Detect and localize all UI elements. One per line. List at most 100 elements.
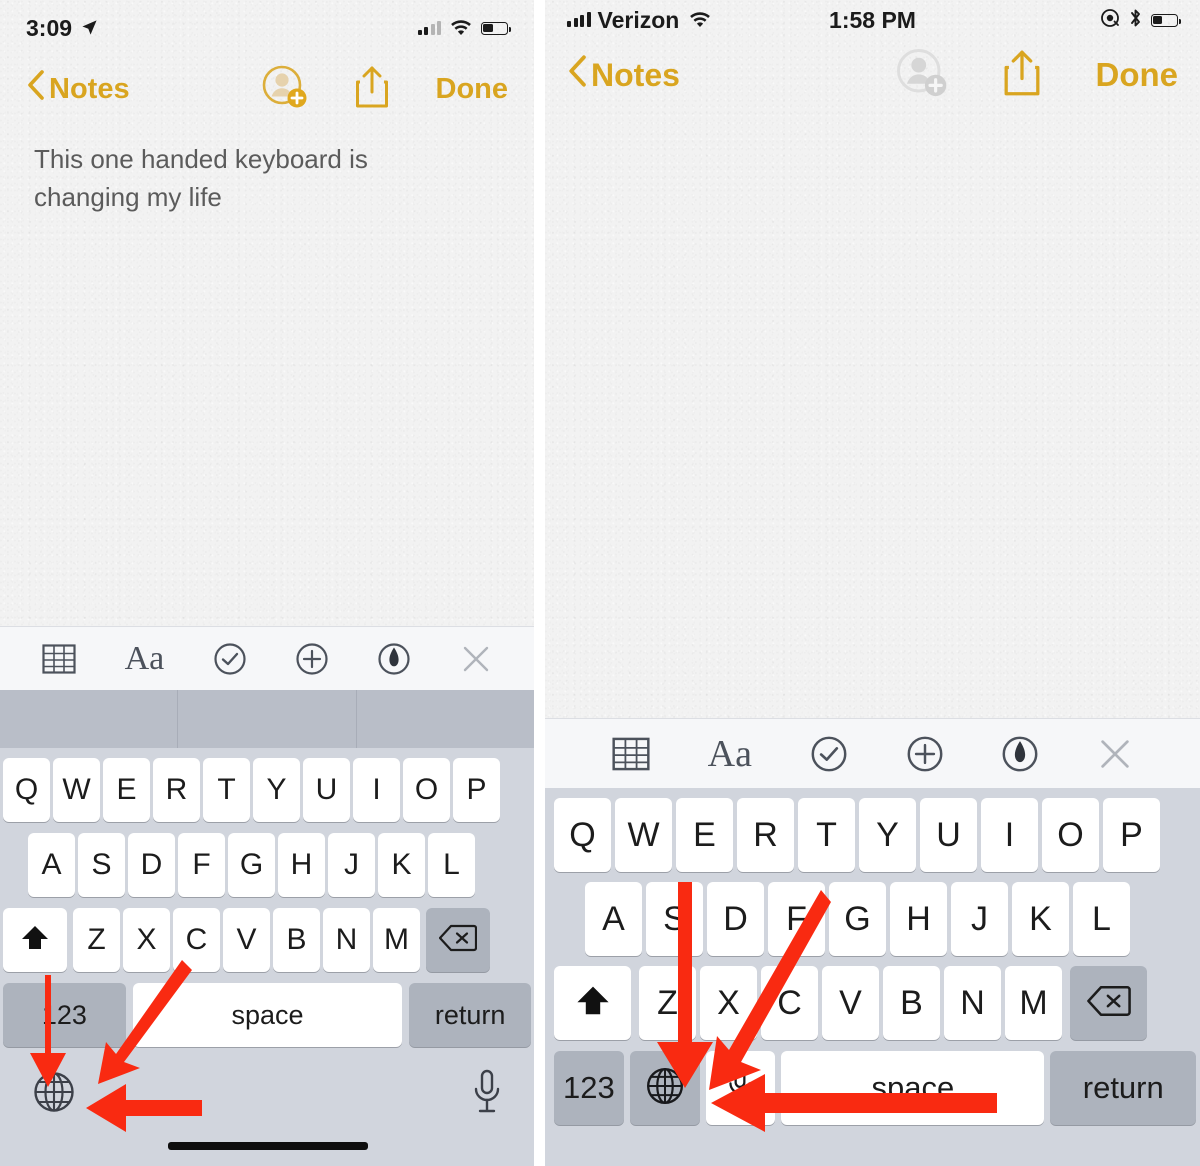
done-button[interactable]: Done <box>436 73 509 106</box>
text-format-icon[interactable]: Aa <box>125 640 165 678</box>
back-button-label: Notes <box>49 72 130 105</box>
key-C[interactable]: C <box>761 966 818 1040</box>
share-upload-icon[interactable] <box>1002 49 1042 102</box>
key-V[interactable]: V <box>223 908 270 972</box>
left-note-body[interactable]: This one handed keyboard is changing my … <box>0 122 500 216</box>
text-format-icon[interactable]: Aa <box>708 732 752 776</box>
key-U[interactable]: U <box>920 798 977 872</box>
add-circle-icon[interactable] <box>295 642 329 676</box>
globe-key[interactable] <box>629 1051 700 1125</box>
key-B[interactable]: B <box>883 966 940 1040</box>
key-K[interactable]: K <box>378 833 425 897</box>
key-M[interactable]: M <box>1005 966 1062 1040</box>
key-I[interactable]: I <box>981 798 1038 872</box>
suggestion-slot[interactable] <box>177 690 355 748</box>
table-icon[interactable] <box>612 737 650 771</box>
key-R[interactable]: R <box>737 798 794 872</box>
table-icon[interactable] <box>42 643 76 674</box>
home-indicator-bar[interactable] <box>168 1142 368 1150</box>
left-status-bar: 3:09 <box>0 0 534 56</box>
key-J[interactable]: J <box>328 833 375 897</box>
space-key[interactable]: space <box>781 1051 1045 1125</box>
close-x-icon[interactable] <box>460 643 492 675</box>
key-L[interactable]: L <box>1073 882 1130 956</box>
key-P[interactable]: P <box>453 758 500 822</box>
key-O[interactable]: O <box>403 758 450 822</box>
key-X[interactable]: X <box>700 966 757 1040</box>
shift-key[interactable] <box>3 908 67 972</box>
dictation-key[interactable] <box>705 1051 776 1125</box>
close-x-icon[interactable] <box>1097 736 1133 772</box>
key-U[interactable]: U <box>303 758 350 822</box>
key-S[interactable]: S <box>646 882 703 956</box>
key-M[interactable]: M <box>373 908 420 972</box>
suggestion-slot[interactable] <box>0 690 177 748</box>
key-Z[interactable]: Z <box>73 908 120 972</box>
right-nav-bar: Notes Done <box>545 40 1200 110</box>
back-to-notes-button[interactable]: Notes <box>567 55 680 95</box>
add-person-icon[interactable] <box>260 63 308 116</box>
key-V[interactable]: V <box>822 966 879 1040</box>
key-X[interactable]: X <box>123 908 170 972</box>
backspace-key[interactable] <box>1070 966 1147 1040</box>
key-D[interactable]: D <box>128 833 175 897</box>
key-A[interactable]: A <box>585 882 642 956</box>
right-note-body[interactable] <box>545 110 1200 128</box>
done-button[interactable]: Done <box>1096 56 1179 94</box>
numbers-key[interactable]: 123 <box>3 983 126 1047</box>
numbers-key[interactable]: 123 <box>554 1051 624 1125</box>
suggestion-slot[interactable] <box>355 690 534 748</box>
key-F[interactable]: F <box>768 882 825 956</box>
return-key[interactable]: return <box>1050 1051 1197 1125</box>
share-upload-icon[interactable] <box>354 65 390 114</box>
key-Q[interactable]: Q <box>554 798 611 872</box>
left-accessory-toolbar: Aa <box>0 626 534 690</box>
key-O[interactable]: O <box>1042 798 1099 872</box>
key-A[interactable]: A <box>28 833 75 897</box>
key-Y[interactable]: Y <box>253 758 300 822</box>
key-Q[interactable]: Q <box>3 758 50 822</box>
backspace-key[interactable] <box>426 908 490 972</box>
key-N[interactable]: N <box>944 966 1001 1040</box>
status-time: 1:58 PM <box>829 6 916 33</box>
add-person-icon <box>894 46 948 105</box>
key-E[interactable]: E <box>103 758 150 822</box>
key-Z[interactable]: Z <box>639 966 696 1040</box>
left-nav-bar: Notes Done <box>0 56 534 122</box>
globe-keyboard-switch-icon[interactable] <box>32 1070 76 1119</box>
key-D[interactable]: D <box>707 882 764 956</box>
key-T[interactable]: T <box>203 758 250 822</box>
add-circle-icon[interactable] <box>906 735 944 773</box>
key-C[interactable]: C <box>173 908 220 972</box>
back-to-notes-button[interactable]: Notes <box>26 70 130 108</box>
key-H[interactable]: H <box>890 882 947 956</box>
key-Y[interactable]: Y <box>859 798 916 872</box>
key-S[interactable]: S <box>78 833 125 897</box>
checklist-circle-icon[interactable] <box>810 735 848 773</box>
key-P[interactable]: P <box>1103 798 1160 872</box>
key-N[interactable]: N <box>323 908 370 972</box>
key-F[interactable]: F <box>178 833 225 897</box>
key-W[interactable]: W <box>53 758 100 822</box>
key-H[interactable]: H <box>278 833 325 897</box>
left-suggestion-bar <box>0 690 534 748</box>
checklist-circle-icon[interactable] <box>213 642 247 676</box>
key-G[interactable]: G <box>228 833 275 897</box>
shift-key[interactable] <box>554 966 631 1040</box>
key-T[interactable]: T <box>798 798 855 872</box>
key-E[interactable]: E <box>676 798 733 872</box>
keyboard-row-2: A S D F G H J K L <box>545 872 1200 956</box>
key-L[interactable]: L <box>428 833 475 897</box>
key-J[interactable]: J <box>951 882 1008 956</box>
key-I[interactable]: I <box>353 758 400 822</box>
key-R[interactable]: R <box>153 758 200 822</box>
key-W[interactable]: W <box>615 798 672 872</box>
markup-pen-icon[interactable] <box>377 642 411 676</box>
key-G[interactable]: G <box>829 882 886 956</box>
return-key[interactable]: return <box>409 983 531 1047</box>
key-K[interactable]: K <box>1012 882 1069 956</box>
markup-pen-icon[interactable] <box>1001 735 1039 773</box>
key-B[interactable]: B <box>273 908 320 972</box>
microphone-dictation-icon[interactable] <box>472 1069 502 1120</box>
space-key[interactable]: space <box>132 983 403 1047</box>
